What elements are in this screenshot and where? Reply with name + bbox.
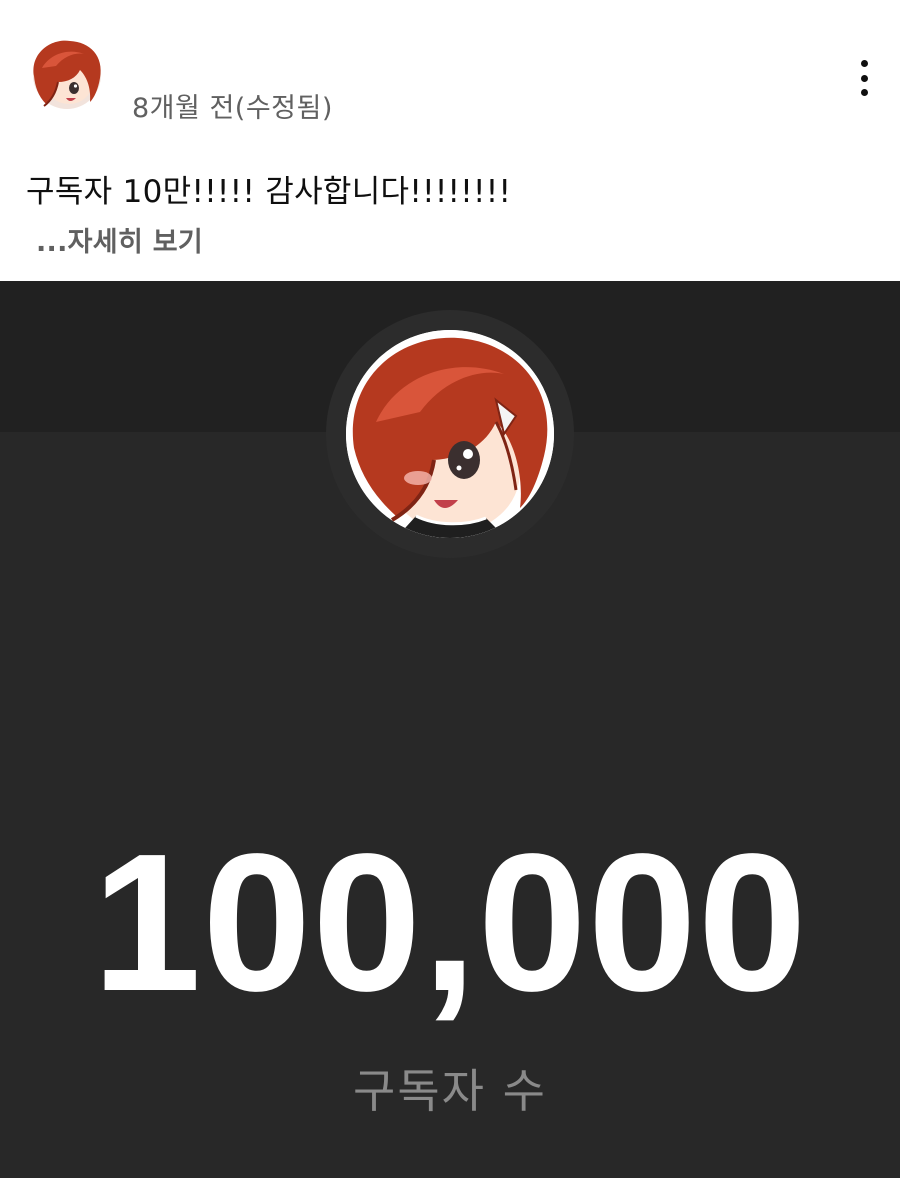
more-options-button[interactable] bbox=[848, 56, 880, 100]
more-vertical-icon-dot bbox=[860, 89, 868, 96]
author-avatar[interactable] bbox=[28, 38, 106, 112]
read-more-link[interactable]: ...자세히 보기 bbox=[36, 220, 203, 259]
post-text: 구독자 10만!!!!! 감사합니다!!!!!!!! bbox=[26, 174, 512, 210]
post-header: 8개월 전(수정됨) 구독자 10만!!!!! 감사합니다!!!!!!!! ..… bbox=[0, 0, 900, 281]
subscriber-count-label: 구독자 수 bbox=[353, 1064, 547, 1118]
more-vertical-icon-dot bbox=[860, 74, 868, 82]
subscriber-count: 100,000 bbox=[92, 813, 808, 1032]
channel-avatar bbox=[346, 330, 554, 538]
post-image-card[interactable]: 100,000 구독자 수 bbox=[0, 281, 900, 1178]
more-vertical-icon bbox=[860, 60, 868, 67]
post-timestamp: 8개월 전(수정됨) bbox=[132, 93, 333, 124]
